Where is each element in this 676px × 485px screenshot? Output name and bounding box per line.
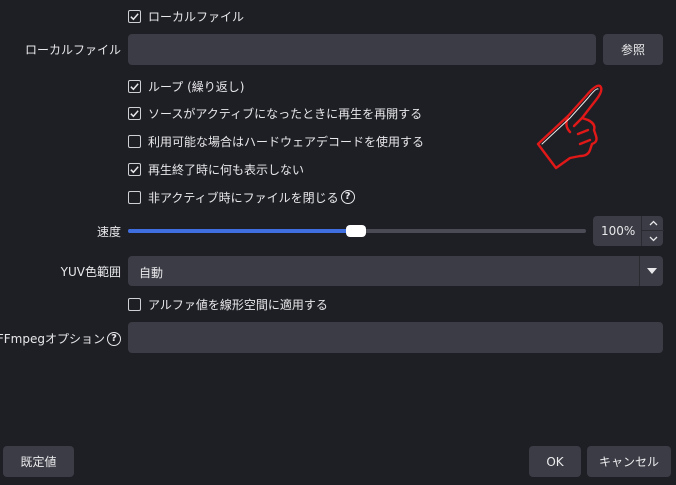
local-file-label: ローカルファイル bbox=[24, 43, 121, 57]
option-show-nothing-row[interactable]: 再生終了時に何も表示しない bbox=[128, 160, 304, 178]
hardware-decode-label: 利用可能な場合はハードウェアデコードを使用する bbox=[148, 134, 425, 149]
speed-slider[interactable] bbox=[128, 225, 586, 237]
option-close-inactive-row[interactable]: 非アクティブ時にファイルを閉じる ? bbox=[128, 188, 355, 206]
ok-button[interactable]: OK bbox=[529, 446, 581, 477]
ffmpeg-options-label: FFmpegオプション bbox=[0, 332, 105, 346]
yuv-range-value: 自動 bbox=[139, 266, 164, 280]
check-icon bbox=[130, 82, 139, 90]
option-hw-decode-row[interactable]: 利用可能な場合はハードウェアデコードを使用する bbox=[128, 132, 424, 150]
pointing-hand-icon bbox=[536, 84, 603, 170]
speed-slider-handle[interactable] bbox=[346, 225, 366, 237]
close-when-inactive-checkbox[interactable] bbox=[128, 190, 141, 204]
local-file-checkbox-row[interactable]: ローカルファイル bbox=[128, 7, 244, 25]
option-loop-row[interactable]: ループ (繰り返し) bbox=[128, 77, 244, 95]
chevron-down-icon bbox=[649, 236, 657, 241]
speed-label: 速度 bbox=[96, 225, 121, 239]
speed-value[interactable]: 100% bbox=[601, 224, 635, 238]
alpha-linear-row[interactable]: アルファ値を線形空間に適用する bbox=[128, 295, 328, 313]
browse-button[interactable]: 参照 bbox=[603, 34, 663, 65]
check-icon bbox=[130, 165, 139, 173]
speed-spin-buttons bbox=[641, 216, 664, 246]
local-file-checkbox[interactable] bbox=[128, 9, 141, 23]
alpha-linear-checkbox[interactable] bbox=[128, 297, 141, 311]
option-restart-row[interactable]: ソースがアクティブになったときに再生を再開する bbox=[128, 104, 422, 122]
yuv-range-select[interactable]: 自動 bbox=[128, 256, 663, 286]
yuv-range-label: YUV色範囲 bbox=[60, 265, 121, 279]
hardware-decode-checkbox[interactable] bbox=[128, 134, 141, 148]
speed-slider-fill bbox=[128, 229, 356, 233]
speed-decrement-button[interactable] bbox=[642, 231, 664, 246]
check-icon bbox=[130, 109, 139, 117]
cancel-button[interactable]: キャンセル bbox=[587, 446, 671, 477]
alpha-linear-label: アルファ値を線形空間に適用する bbox=[148, 297, 328, 312]
restart-on-active-checkbox[interactable] bbox=[128, 106, 141, 120]
chevron-down-icon bbox=[646, 268, 657, 274]
close-when-inactive-label: 非アクティブ時にファイルを閉じる bbox=[148, 190, 339, 205]
loop-label: ループ (繰り返し) bbox=[148, 79, 245, 94]
help-circle-icon[interactable]: ? bbox=[107, 331, 121, 346]
check-icon bbox=[130, 12, 139, 20]
local-file-input[interactable] bbox=[128, 34, 596, 65]
ffmpeg-options-input[interactable] bbox=[128, 322, 663, 353]
local-file-checkbox-label: ローカルファイル bbox=[148, 9, 245, 24]
ffmpeg-options-label-group: FFmpegオプション ? bbox=[0, 330, 121, 347]
loop-checkbox[interactable] bbox=[128, 79, 141, 93]
chevron-up-icon bbox=[649, 220, 657, 226]
defaults-button[interactable]: 既定値 bbox=[3, 446, 74, 477]
media-source-properties: ローカルファイル ローカルファイル 参照 ループ (繰り返し) ソースがアクティ… bbox=[0, 0, 676, 485]
show-nothing-checkbox[interactable] bbox=[128, 162, 141, 176]
speed-spinbox[interactable]: 100% bbox=[593, 216, 664, 246]
help-circle-icon[interactable]: ? bbox=[340, 190, 355, 204]
restart-on-active-label: ソースがアクティブになったときに再生を再開する bbox=[148, 106, 423, 121]
show-nothing-label: 再生終了時に何も表示しない bbox=[148, 162, 305, 177]
speed-increment-button[interactable] bbox=[642, 216, 664, 231]
yuv-range-dropdown-button[interactable] bbox=[639, 256, 663, 286]
